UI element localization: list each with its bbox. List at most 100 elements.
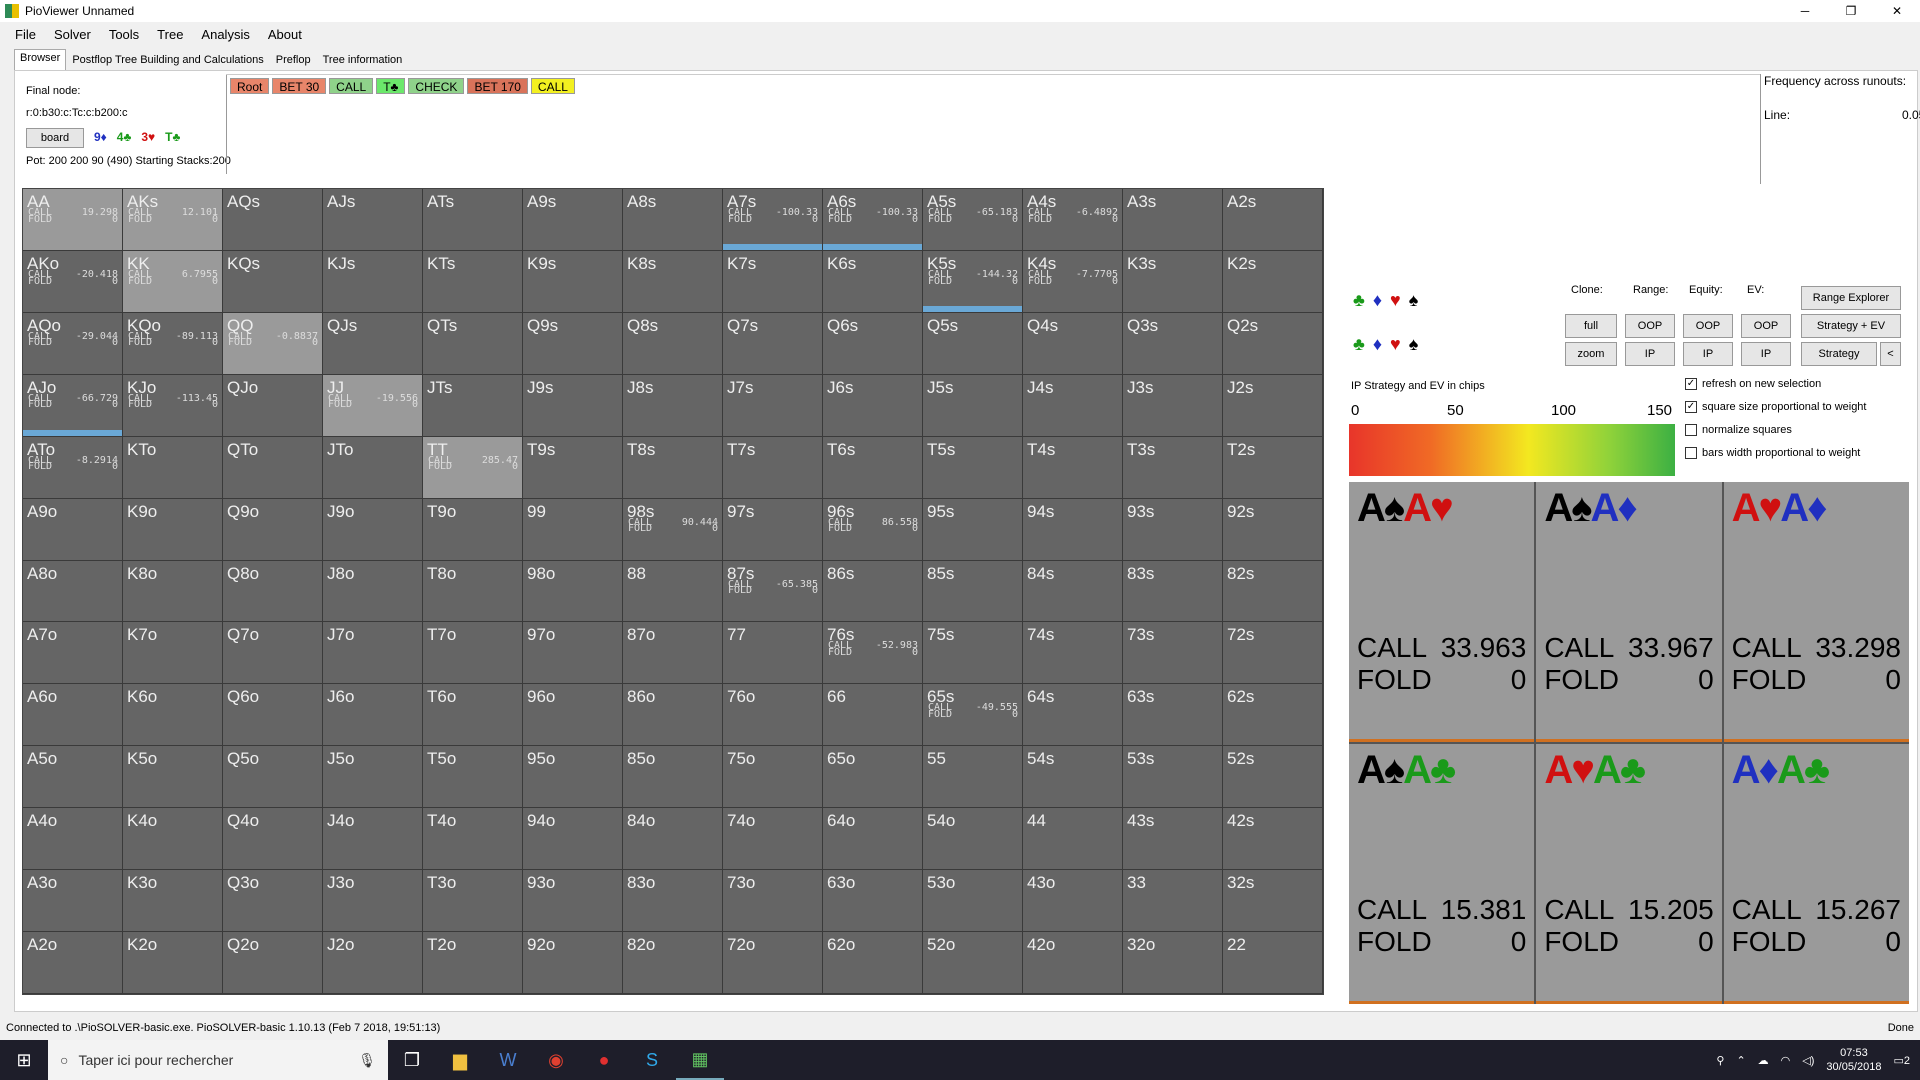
hand-cell[interactable]: K7o <box>123 622 223 685</box>
hand-cell[interactable]: KTs <box>423 250 523 313</box>
hand-cell[interactable]: T5s <box>923 436 1023 499</box>
hand-cell[interactable]: K2s <box>1223 250 1323 313</box>
hand-cell[interactable]: T8o <box>423 560 523 623</box>
windows-start-icon[interactable]: ⊞ <box>0 1040 48 1080</box>
hand-cell[interactable]: T4o <box>423 808 523 871</box>
tab-browser[interactable]: Browser <box>14 49 67 70</box>
checkbox-box[interactable] <box>1685 424 1697 436</box>
hand-cell[interactable]: 44 <box>1023 808 1123 871</box>
hand-cell[interactable]: Q2s <box>1223 312 1323 375</box>
hand-cell[interactable]: Q7o <box>223 622 323 685</box>
hand-cell[interactable]: KTo <box>123 436 223 499</box>
microphone-icon[interactable]: 🎙 <box>358 1052 376 1069</box>
hand-cell[interactable]: 96o <box>523 684 623 747</box>
hand-cell[interactable]: K6s <box>823 250 923 313</box>
hand-cell[interactable]: 95o <box>523 746 623 809</box>
hand-cell[interactable]: 76s CALL -52.983 FOLD 0 <box>823 622 923 685</box>
tab-tree-information[interactable]: Tree information <box>317 51 409 70</box>
hand-cell[interactable]: T8s <box>623 436 723 499</box>
hand-cell[interactable]: 83s <box>1123 560 1223 623</box>
hand-cell[interactable]: Q9s <box>523 312 623 375</box>
hand-cell[interactable]: QJo <box>223 374 323 437</box>
hand-cell[interactable]: A5s CALL -65.183 FOLD 0 <box>923 189 1023 251</box>
hand-cell[interactable]: 33 <box>1123 870 1223 933</box>
line-button-call[interactable]: CALL <box>329 78 374 94</box>
hand-cell[interactable]: 87s CALL -65.385 FOLD 0 <box>723 560 823 623</box>
hand-cell[interactable]: 65s CALL -49.555 FOLD 0 <box>923 684 1023 747</box>
hand-cell[interactable]: 73s <box>1123 622 1223 685</box>
hand-cell[interactable]: A9s <box>523 189 623 251</box>
line-button-t-[interactable]: T♣ <box>376 78 406 94</box>
hand-cell[interactable]: J8o <box>323 560 423 623</box>
spade-icon[interactable]: ♠ <box>1409 334 1419 355</box>
wifi-icon[interactable]: ◠ <box>1781 1054 1791 1067</box>
hand-cell[interactable]: J5s <box>923 374 1023 437</box>
hand-cell[interactable]: J6o <box>323 684 423 747</box>
menu-solver[interactable]: Solver <box>45 27 100 42</box>
normalize-checkbox[interactable]: normalize squares <box>1685 424 1792 436</box>
hand-cell[interactable]: K4s CALL -7.7705 FOLD 0 <box>1023 250 1123 313</box>
hand-cell[interactable]: 74s <box>1023 622 1123 685</box>
hand-cell[interactable]: T2s <box>1223 436 1323 499</box>
hand-cell[interactable]: A7o <box>23 622 123 685</box>
hand-cell[interactable]: 62s <box>1223 684 1323 747</box>
hand-cell[interactable]: 32s <box>1223 870 1323 933</box>
word-icon[interactable]: W <box>484 1040 532 1080</box>
combo-cell[interactable]: A♥A♦ CALL 33.298 FOLD 0 <box>1723 482 1909 742</box>
hand-cell[interactable]: 52s <box>1223 746 1323 809</box>
tab-preflop[interactable]: Preflop <box>270 51 317 70</box>
hand-cell[interactable]: 76o <box>723 684 823 747</box>
hand-cell[interactable]: 97o <box>523 622 623 685</box>
hand-cell[interactable]: 93o <box>523 870 623 933</box>
hand-cell[interactable]: T3o <box>423 870 523 933</box>
hand-cell[interactable]: T7s <box>723 436 823 499</box>
hand-cell[interactable]: 85o <box>623 746 723 809</box>
spade-icon[interactable]: ♠ <box>1409 290 1419 311</box>
hand-cell[interactable]: 75s <box>923 622 1023 685</box>
combo-cell[interactable]: A♥A♣ CALL 15.205 FOLD 0 <box>1536 744 1722 1004</box>
checkbox-box[interactable] <box>1685 447 1697 459</box>
chrome-icon[interactable]: ◉ <box>532 1040 580 1080</box>
combo-cell[interactable]: A♠A♦ CALL 33.967 FOLD 0 <box>1536 482 1722 742</box>
hand-cell[interactable]: T2o <box>423 932 523 994</box>
menu-about[interactable]: About <box>259 27 311 42</box>
hand-cell[interactable]: JTs <box>423 374 523 437</box>
close-button[interactable]: ✕ <box>1874 0 1920 22</box>
app-red-icon[interactable]: ● <box>580 1040 628 1080</box>
menu-tools[interactable]: Tools <box>100 27 148 42</box>
hand-cell[interactable]: T4s <box>1023 436 1123 499</box>
hand-cell[interactable]: 43s <box>1123 808 1223 871</box>
hand-cell[interactable]: AJo CALL -66.729 FOLD 0 <box>23 374 123 437</box>
hand-cell[interactable]: 73o <box>723 870 823 933</box>
hand-cell[interactable]: 63s <box>1123 684 1223 747</box>
hand-cell[interactable]: 83o <box>623 870 723 933</box>
hand-cell[interactable]: 84o <box>623 808 723 871</box>
hand-cell[interactable]: 74o <box>723 808 823 871</box>
hand-cell[interactable]: T7o <box>423 622 523 685</box>
hand-cell[interactable]: Q5o <box>223 746 323 809</box>
hand-cell[interactable]: Q6o <box>223 684 323 747</box>
line-button-check[interactable]: CHECK <box>408 78 465 94</box>
line-button-bet-30[interactable]: BET 30 <box>272 78 327 94</box>
hand-cell[interactable]: T6s <box>823 436 923 499</box>
range-explorer-button[interactable]: Range Explorer <box>1801 286 1901 310</box>
hand-cell[interactable]: T3s <box>1123 436 1223 499</box>
hand-cell[interactable]: 75o <box>723 746 823 809</box>
hand-cell[interactable]: K7s <box>723 250 823 313</box>
hand-cell[interactable]: J7s <box>723 374 823 437</box>
menu-file[interactable]: File <box>6 27 45 42</box>
hand-cell[interactable]: J3o <box>323 870 423 933</box>
heart-icon[interactable]: ♥ <box>1390 334 1401 355</box>
range-oop-button[interactable]: OOP <box>1625 314 1675 338</box>
hand-cell[interactable]: 53s <box>1123 746 1223 809</box>
clock[interactable]: 07:53 30/05/2018 <box>1826 1046 1881 1074</box>
hand-cell[interactable]: 32o <box>1123 932 1223 994</box>
combo-cell[interactable]: A♦A♣ CALL 15.267 FOLD 0 <box>1723 744 1909 1004</box>
hand-cell[interactable]: QTs <box>423 312 523 375</box>
line-button-call[interactable]: CALL <box>530 78 575 94</box>
hand-cell[interactable]: 72o <box>723 932 823 994</box>
chevron-up-icon[interactable]: ⌃ <box>1736 1054 1745 1067</box>
hand-cell[interactable]: 86s <box>823 560 923 623</box>
task-view-icon[interactable]: ❐ <box>388 1040 436 1080</box>
hand-cell[interactable]: QJs <box>323 312 423 375</box>
